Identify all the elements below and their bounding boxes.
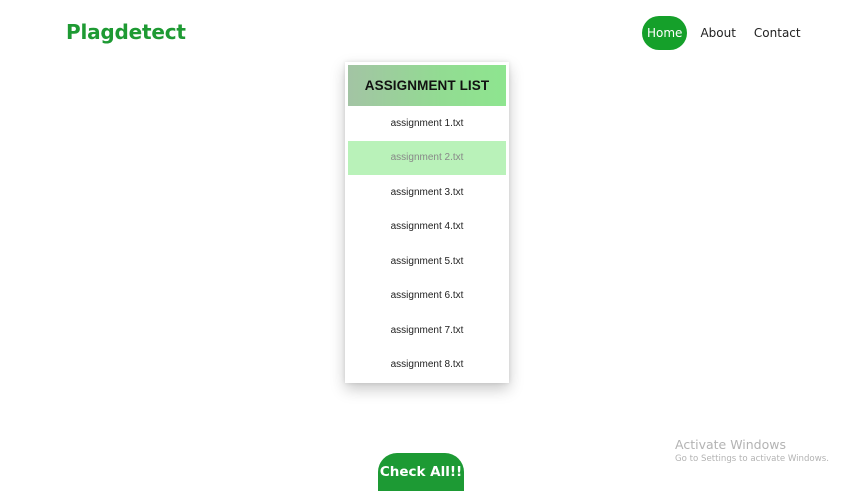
nav-home[interactable]: Home <box>642 16 688 50</box>
assignment-item[interactable]: assignment 3.txt <box>348 175 506 210</box>
watermark-subtitle: Go to Settings to activate Windows. <box>675 454 829 464</box>
nav-about[interactable]: About <box>692 16 743 50</box>
assignment-item[interactable]: assignment 8.txt <box>348 348 506 383</box>
assignment-item[interactable]: assignment 7.txt <box>348 313 506 348</box>
assignment-item-selected[interactable]: assignment 2.txt <box>348 140 506 175</box>
activate-windows-watermark: Activate Windows Go to Settings to activ… <box>675 436 829 466</box>
assignment-list-title: ASSIGNMENT LIST <box>348 65 506 106</box>
assignment-list-card: ASSIGNMENT LIST assignment 1.txt assignm… <box>345 62 509 383</box>
assignment-item[interactable]: assignment 4.txt <box>348 210 506 245</box>
assignment-item[interactable]: assignment 1.txt <box>348 106 506 141</box>
watermark-title: Activate Windows <box>675 437 786 452</box>
nav-contact[interactable]: Contact <box>746 16 809 50</box>
top-nav: Home About Contact <box>642 16 809 50</box>
assignment-item[interactable]: assignment 5.txt <box>348 244 506 279</box>
assignment-list: assignment 1.txt assignment 2.txt assign… <box>348 106 506 382</box>
assignment-item[interactable]: assignment 6.txt <box>348 279 506 314</box>
page: Plagdetect Home About Contact ASSIGNMENT… <box>0 0 845 491</box>
check-all-button[interactable]: Check All!! <box>378 453 464 491</box>
brand-logo[interactable]: Plagdetect <box>66 20 186 44</box>
